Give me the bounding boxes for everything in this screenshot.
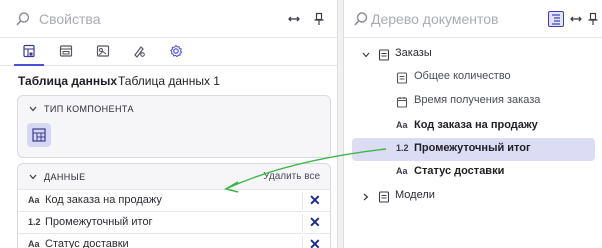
component-type-title: ТИП КОМПОНЕНТА xyxy=(44,104,134,114)
document-tree-search-input[interactable]: Дерево документов xyxy=(371,11,499,27)
chevron-down-icon xyxy=(29,106,37,112)
pin-icon[interactable] xyxy=(586,12,600,26)
properties-search-input[interactable]: Свойства xyxy=(39,11,100,27)
tree-node-models[interactable]: Модели xyxy=(358,186,598,208)
number-type-icon: 1.2 xyxy=(396,143,409,153)
close-icon: ✕ xyxy=(309,236,321,248)
data-row-label: Код заказа на продажу xyxy=(45,194,162,206)
document-icon xyxy=(378,191,390,203)
data-section-title: ДАННЫЕ xyxy=(44,172,86,182)
document-icon xyxy=(396,72,408,84)
tab-image-settings[interactable] xyxy=(88,38,118,66)
swap-horizontal-icon[interactable] xyxy=(287,12,301,26)
pin-icon[interactable] xyxy=(312,12,326,26)
remove-row-button[interactable]: ✕ xyxy=(302,214,324,232)
tree-node-field[interactable]: Aa Код заказа на продажу xyxy=(396,116,596,138)
tree-node-label: Код заказа на продажу xyxy=(414,119,538,131)
data-section-header[interactable]: ДАННЫЕ Удалить все xyxy=(18,164,330,190)
table-component-icon xyxy=(32,128,46,142)
tree-node-label: Время получения заказа xyxy=(414,94,541,106)
remove-row-button[interactable]: ✕ xyxy=(302,236,324,248)
properties-panel: Свойства Таблица данных Таблица данных 1… xyxy=(0,0,338,248)
tree-node-label: Модели xyxy=(395,189,435,201)
gear-icon xyxy=(170,44,183,58)
tab-component[interactable] xyxy=(51,38,81,66)
tab-data[interactable] xyxy=(14,38,44,66)
search-icon xyxy=(354,12,368,26)
tree-view-button[interactable] xyxy=(548,11,564,27)
table-component-button[interactable] xyxy=(27,123,51,147)
tree-node-label: Общее количество xyxy=(414,70,511,82)
data-row[interactable]: Aa Код заказа на продажу ✕ xyxy=(18,189,330,211)
chevron-right-icon xyxy=(363,193,369,201)
number-type-icon: 1.2 xyxy=(28,217,41,227)
tree-node-orders[interactable]: Заказы xyxy=(358,44,598,66)
dataset-tab-other[interactable]: Таблица данных 1 xyxy=(118,74,220,88)
properties-search-bar[interactable]: Свойства xyxy=(0,0,338,38)
tab-style[interactable] xyxy=(124,38,154,66)
tree-node-label: Заказы xyxy=(395,47,432,59)
data-row[interactable]: 1.2 Промежуточный итог ✕ xyxy=(18,211,330,233)
text-type-icon: Aa xyxy=(28,239,40,248)
tree-node-label: Промежуточный итог xyxy=(414,142,531,154)
swap-horizontal-icon[interactable] xyxy=(569,12,583,26)
text-type-icon: Aa xyxy=(396,166,408,176)
data-section: ДАННЫЕ Удалить все Aa Код заказа на прод… xyxy=(17,163,331,248)
data-row[interactable]: Aa Статус доставки ✕ xyxy=(18,233,330,248)
dataset-tab-active[interactable]: Таблица данных xyxy=(18,74,117,88)
remove-row-button[interactable]: ✕ xyxy=(302,192,324,210)
tree-node-field[interactable]: Время получения заказа xyxy=(396,91,596,113)
data-row-label: Статус доставки xyxy=(45,238,129,248)
component-type-section: ТИП КОМПОНЕНТА xyxy=(17,95,331,158)
calendar-icon xyxy=(396,97,408,108)
image-settings-icon xyxy=(96,45,110,57)
tree-node-field[interactable]: Общее количество xyxy=(396,67,596,89)
close-icon: ✕ xyxy=(309,214,321,230)
chevron-down-icon xyxy=(29,174,37,180)
style-icon xyxy=(134,46,145,58)
tree-node-field-selected[interactable]: 1.2 Промежуточный итог xyxy=(396,139,596,161)
text-type-icon: Aa xyxy=(396,120,408,130)
component-type-header[interactable]: ТИП КОМПОНЕНТА xyxy=(18,96,330,122)
dataset-tabs: Таблица данных Таблица данных 1 xyxy=(0,66,338,92)
property-tabs xyxy=(0,38,338,66)
close-icon: ✕ xyxy=(309,192,321,208)
tree-view-icon xyxy=(552,14,560,25)
component-icon xyxy=(59,45,73,57)
data-row-label: Промежуточный итог xyxy=(45,216,153,228)
delete-all-button[interactable]: Удалить все xyxy=(263,171,320,182)
tree-node-field[interactable]: Aa Статус доставки xyxy=(396,162,596,184)
search-icon xyxy=(16,12,30,26)
text-type-icon: Aa xyxy=(28,195,40,205)
data-table-icon xyxy=(23,44,35,58)
tree-node-label: Статус доставки xyxy=(414,165,505,177)
tab-settings[interactable] xyxy=(161,38,191,66)
app-root: Свойства Таблица данных Таблица данных 1… xyxy=(0,0,602,248)
document-tree-search-bar[interactable]: Дерево документов xyxy=(344,0,602,38)
chevron-down-icon xyxy=(362,52,370,58)
document-icon xyxy=(378,49,390,61)
